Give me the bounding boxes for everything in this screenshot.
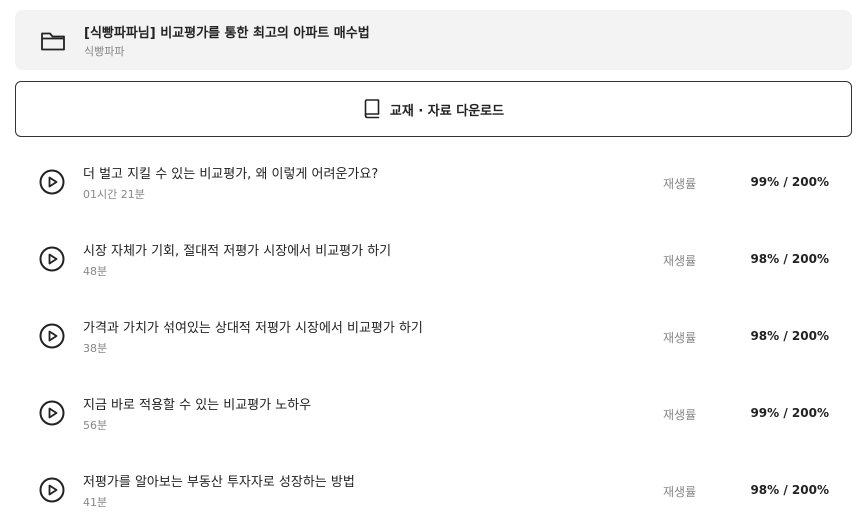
play-icon[interactable] xyxy=(39,169,65,195)
play-rate-value: 98% / 200% xyxy=(750,329,829,343)
play-rate-value: 99% / 200% xyxy=(750,175,829,189)
lesson-item[interactable]: 시장 자체가 기회, 절대적 저평가 시장에서 비교평가 하기 48분 재생률 … xyxy=(0,220,862,297)
lesson-title[interactable]: 시장 자체가 기회, 절대적 저평가 시장에서 비교평가 하기 xyxy=(83,240,391,259)
folder-icon xyxy=(41,32,65,51)
book-icon xyxy=(364,99,380,119)
lesson-duration: 01시간 21분 xyxy=(83,188,145,201)
download-label: 교재 · 자료 다운로드 xyxy=(389,103,505,119)
play-rate-label: 재생률 xyxy=(663,485,697,499)
play-icon[interactable] xyxy=(39,477,65,503)
course-author: 식빵파파 xyxy=(84,45,125,58)
play-icon[interactable] xyxy=(39,323,65,349)
lesson-item[interactable]: 저평가를 알아보는 부동산 투자자로 성장하는 방법 41분 재생률 98% /… xyxy=(0,451,862,528)
course-header: [식빵파파님] 비교평가를 통한 최고의 아파트 매수법 식빵파파 xyxy=(15,10,852,70)
lesson-duration: 38분 xyxy=(83,342,108,355)
lesson-item[interactable]: 더 벌고 지킬 수 있는 비교평가, 왜 이렇게 어려운가요? 01시간 21분… xyxy=(0,143,862,220)
play-rate-label: 재생률 xyxy=(663,177,697,191)
lesson-title[interactable]: 지금 바로 적용할 수 있는 비교평가 노하우 xyxy=(83,394,311,413)
lesson-duration: 48분 xyxy=(83,265,108,278)
lesson-title[interactable]: 가격과 가치가 섞여있는 상대적 저평가 시장에서 비교평가 하기 xyxy=(83,317,423,336)
lesson-title[interactable]: 저평가를 알아보는 부동산 투자자로 성장하는 방법 xyxy=(83,471,355,490)
lesson-list: 더 벌고 지킬 수 있는 비교평가, 왜 이렇게 어려운가요? 01시간 21분… xyxy=(0,143,862,528)
course-title: [식빵파파님] 비교평가를 통한 최고의 아파트 매수법 xyxy=(84,26,370,41)
download-materials-button[interactable]: 교재 · 자료 다운로드 xyxy=(15,81,852,137)
lesson-item[interactable]: 가격과 가치가 섞여있는 상대적 저평가 시장에서 비교평가 하기 38분 재생… xyxy=(0,297,862,374)
play-rate-label: 재생률 xyxy=(663,408,697,422)
lesson-duration: 56분 xyxy=(83,419,108,432)
play-rate-label: 재생률 xyxy=(663,254,697,268)
play-rate-value: 98% / 200% xyxy=(750,483,829,497)
lesson-item[interactable]: 지금 바로 적용할 수 있는 비교평가 노하우 56분 재생률 99% / 20… xyxy=(0,374,862,451)
play-icon[interactable] xyxy=(39,400,65,426)
play-icon[interactable] xyxy=(39,246,65,272)
play-rate-value: 99% / 200% xyxy=(750,406,829,420)
play-rate-label: 재생률 xyxy=(663,331,697,345)
lesson-duration: 41분 xyxy=(83,496,108,509)
lesson-title[interactable]: 더 벌고 지킬 수 있는 비교평가, 왜 이렇게 어려운가요? xyxy=(83,163,378,182)
play-rate-value: 98% / 200% xyxy=(750,252,829,266)
